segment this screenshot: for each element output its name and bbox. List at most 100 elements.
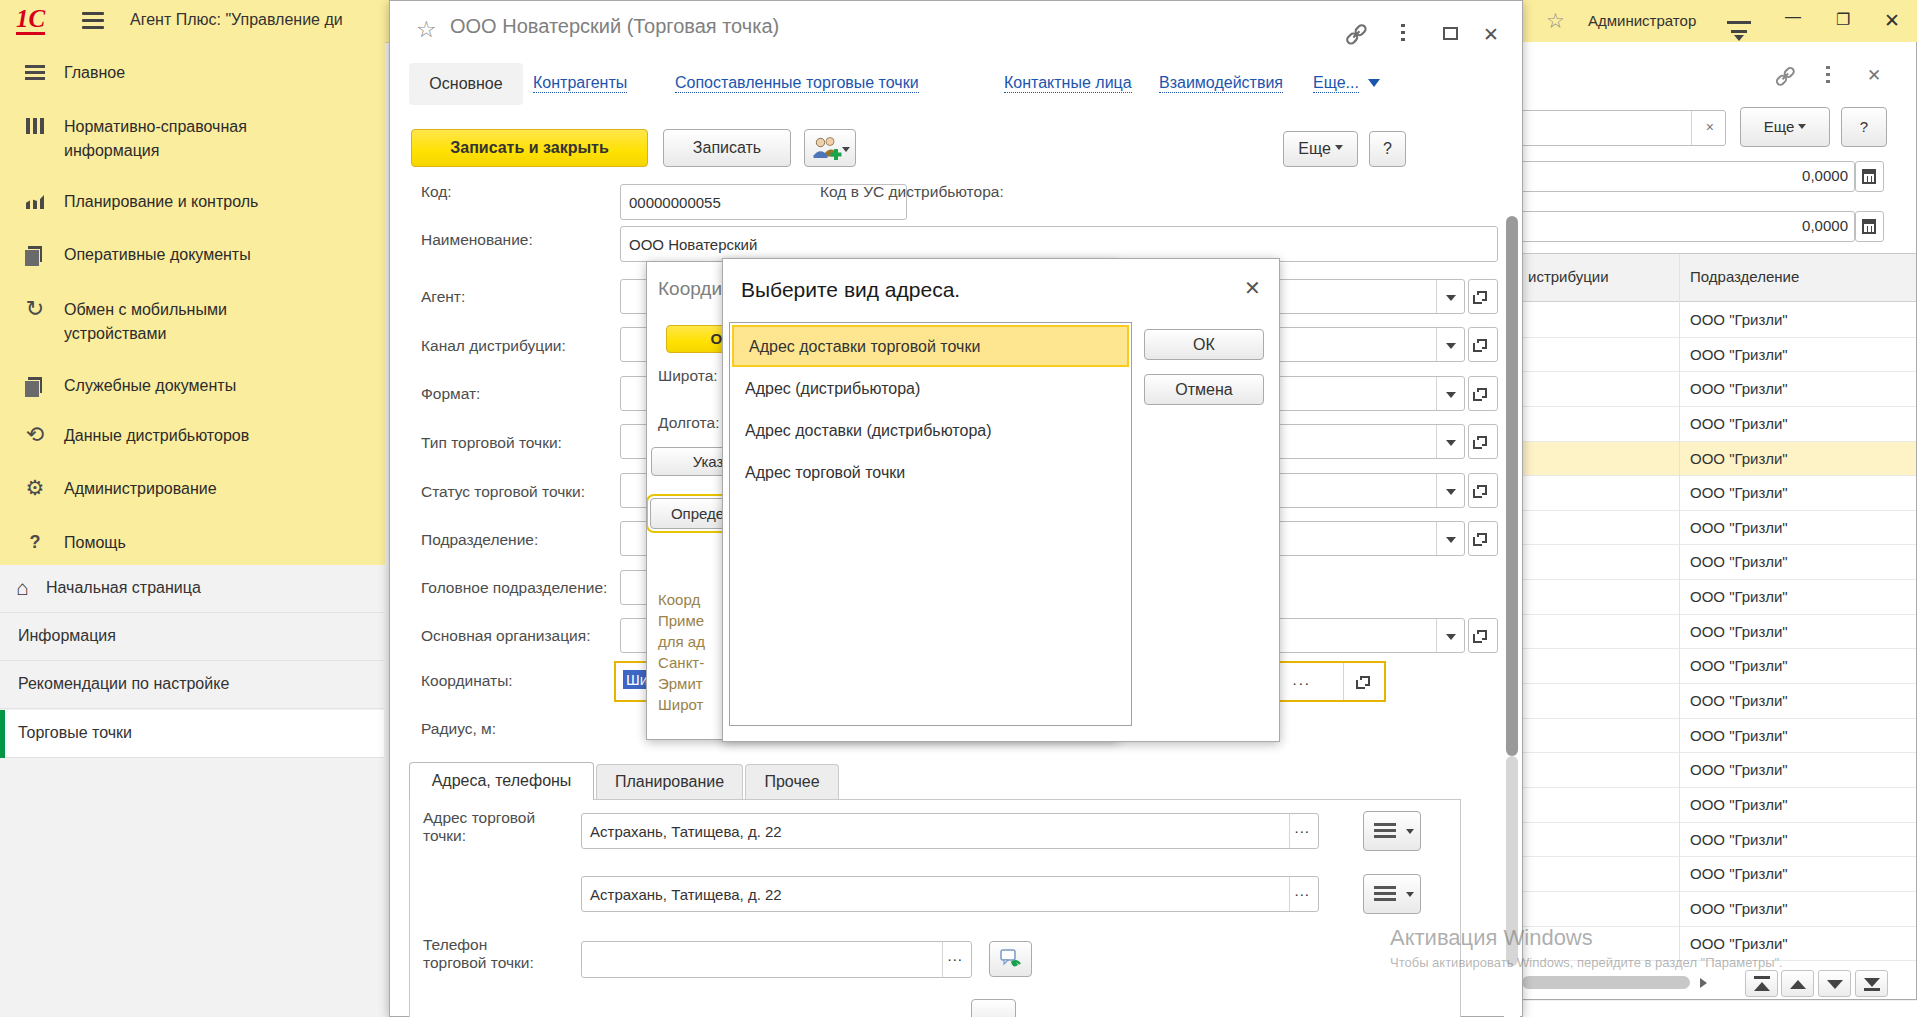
sidebar-item-home[interactable]: Начальная страница ⌂	[0, 565, 384, 613]
1c-logo-icon: 1С	[16, 6, 45, 35]
status-open-button[interactable]	[1468, 473, 1498, 508]
address-input-1[interactable]: Астрахань, Татищева, д. 22 ...	[581, 813, 1319, 849]
dialog-cancel-button[interactable]: Отмена	[1144, 374, 1264, 405]
tab-interactions[interactable]: Взаимодействия	[1159, 74, 1283, 93]
table-row[interactable]: ООО "Гризли"	[1520, 372, 1917, 407]
phone-ellipsis-icon[interactable]: ...	[947, 947, 963, 964]
close-window-icon[interactable]: ✕	[1483, 23, 1499, 46]
address-kind-option[interactable]: Адрес доставки (дистрибьютора)	[730, 411, 1131, 453]
channel-open-button[interactable]	[1468, 327, 1498, 362]
table-row[interactable]: ООО "Гризли"	[1520, 580, 1917, 615]
tab-other[interactable]: Прочее	[745, 764, 839, 800]
phone-call-button[interactable]	[989, 941, 1032, 977]
address-menu-button-1[interactable]	[1363, 811, 1421, 851]
address-ellipsis-icon[interactable]: ...	[1294, 819, 1310, 836]
right-help-button[interactable]: ?	[1841, 107, 1887, 147]
address-kind-option[interactable]: Адрес (дистрибьютора)	[730, 369, 1131, 411]
go-first-button[interactable]	[1745, 970, 1778, 997]
window-favorite-star-icon[interactable]: ☆	[416, 16, 437, 43]
dropdown-icon[interactable]	[1436, 474, 1464, 507]
table-row[interactable]: ООО "Гризли"	[1520, 753, 1917, 788]
save-button[interactable]: Записать	[663, 129, 791, 167]
table-row[interactable]: ООО "Гризли"	[1520, 442, 1917, 477]
table-row[interactable]: ООО "Гризли"	[1520, 857, 1917, 892]
numeric-field-1[interactable]: 0,0000	[1520, 161, 1855, 192]
create-user-button[interactable]	[804, 129, 856, 167]
tab-more[interactable]: Еще...	[1313, 74, 1359, 93]
open-icon[interactable]	[1360, 676, 1370, 686]
address-input-2[interactable]: Астрахань, Татищева, д. 22 ...	[581, 876, 1319, 912]
table-row[interactable]: ООО "Гризли"	[1520, 892, 1917, 927]
address-ellipsis-icon[interactable]: ...	[1294, 882, 1310, 899]
numeric-field-2[interactable]: 0,0000	[1520, 211, 1855, 242]
dropdown-icon[interactable]	[1436, 425, 1464, 458]
partial-button[interactable]	[971, 999, 1016, 1017]
more-menu-icon[interactable]	[1826, 66, 1830, 84]
agent-open-button[interactable]	[1468, 279, 1498, 314]
h-scrollbar-thumb[interactable]	[1522, 976, 1690, 989]
name-input[interactable]: ООО Новатерский	[620, 226, 1498, 262]
org-open-button[interactable]	[1468, 618, 1498, 653]
sidebar-item-trade-points[interactable]: Торговые точки	[0, 710, 384, 758]
address-kind-option[interactable]: Адрес торговой точки	[730, 453, 1131, 495]
table-row[interactable]: ООО "Гризли"	[1520, 338, 1917, 373]
v-scrollbar[interactable]	[1504, 177, 1520, 1017]
sidebar-item-recommendations[interactable]: Рекомендации по настройке	[0, 661, 384, 709]
coordinates-ellipsis-button[interactable]: ...	[1292, 671, 1311, 688]
service-docs-icon	[22, 374, 48, 396]
background-window: ✕ × Еще ? 0,0000 0,0000 истрибуции Подра…	[1520, 42, 1917, 1000]
tab-mapped-points[interactable]: Сопоставленные торговые точки	[675, 74, 919, 93]
table-row[interactable]: ООО "Гризли"	[1520, 823, 1917, 858]
table-row[interactable]: ООО "Гризли"	[1520, 303, 1917, 338]
search-input[interactable]: ×	[1520, 110, 1726, 146]
v-scrollbar-thumb[interactable]	[1506, 216, 1518, 756]
dialog-close-icon[interactable]: ✕	[1244, 276, 1261, 300]
maximize-icon[interactable]	[1443, 27, 1458, 40]
tab-contractors[interactable]: Контрагенты	[533, 74, 627, 93]
form-help-button[interactable]: ?	[1369, 131, 1406, 167]
table-row[interactable]: ООО "Гризли"	[1520, 476, 1917, 511]
h-scroll-right-icon[interactable]	[1700, 978, 1712, 988]
dropdown-icon[interactable]	[1436, 280, 1464, 313]
tab-main[interactable]: Основное	[409, 63, 523, 105]
go-next-button[interactable]	[1818, 970, 1851, 997]
table-row[interactable]: ООО "Гризли"	[1520, 615, 1917, 650]
address-kind-option[interactable]: Адрес доставки торговой точки	[732, 325, 1129, 367]
main-menu-icon[interactable]	[82, 19, 104, 22]
calculator-button-2[interactable]	[1855, 211, 1884, 242]
dropdown-icon[interactable]	[1436, 377, 1464, 410]
format-open-button[interactable]	[1468, 376, 1498, 411]
table-row[interactable]: ООО "Гризли"	[1520, 407, 1917, 442]
table-header[interactable]: истрибуции Подразделение	[1520, 254, 1917, 302]
form-more-button[interactable]: Еще	[1283, 131, 1358, 167]
table-row[interactable]: ООО "Гризли"	[1520, 788, 1917, 823]
get-link-icon[interactable]	[1773, 64, 1797, 88]
address-menu-button-2[interactable]	[1363, 874, 1421, 914]
sidebar-item-information[interactable]: Информация	[0, 613, 384, 661]
type-open-button[interactable]	[1468, 424, 1498, 459]
phone-input[interactable]: ...	[581, 941, 972, 978]
get-link-icon[interactable]	[1343, 21, 1369, 47]
calculator-button-1[interactable]	[1855, 161, 1884, 192]
window-more-icon[interactable]	[1401, 24, 1405, 42]
tab-planning[interactable]: Планирование	[596, 764, 743, 800]
tab-addresses-phones[interactable]: Адреса, телефоны	[409, 762, 594, 800]
tab-contacts[interactable]: Контактные лица	[1004, 74, 1132, 93]
table-row[interactable]: ООО "Гризли"	[1520, 649, 1917, 684]
go-last-button[interactable]	[1855, 970, 1888, 997]
right-more-button[interactable]: Еще	[1740, 107, 1830, 147]
close-window-icon[interactable]: ✕	[1867, 65, 1881, 86]
tabs-more-arrow-icon[interactable]	[1368, 79, 1380, 93]
dropdown-icon[interactable]	[1436, 328, 1464, 361]
table-row[interactable]: ООО "Гризли"	[1520, 684, 1917, 719]
dropdown-icon[interactable]	[1436, 522, 1464, 555]
table-row[interactable]: ООО "Гризли"	[1520, 719, 1917, 754]
table-row[interactable]: ООО "Гризли"	[1520, 511, 1917, 546]
dropdown-icon[interactable]	[1436, 619, 1464, 652]
division-open-button[interactable]	[1468, 521, 1498, 556]
table-row[interactable]: ООО "Гризли"	[1520, 545, 1917, 580]
go-prev-button[interactable]	[1781, 970, 1814, 997]
clear-search-icon[interactable]: ×	[1706, 119, 1714, 135]
dialog-ok-button[interactable]: ОК	[1144, 329, 1264, 360]
save-close-button[interactable]: Записать и закрыть	[411, 129, 648, 167]
